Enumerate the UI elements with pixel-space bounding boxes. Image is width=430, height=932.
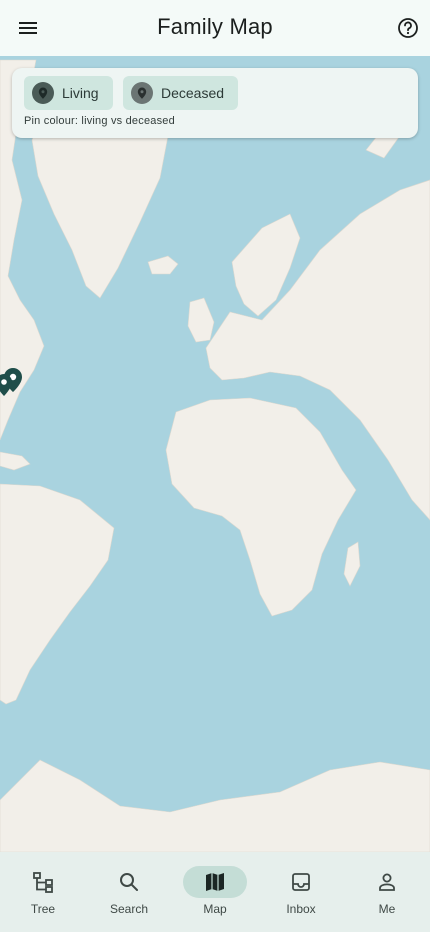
help-circle-icon[interactable] xyxy=(394,14,422,42)
legend-note: Pin colour: living vs deceased xyxy=(24,115,175,127)
nav-label-map: Map xyxy=(203,902,227,916)
nav-item-inbox[interactable]: Inbox xyxy=(258,852,344,932)
map-pin-icon xyxy=(32,82,54,104)
map-pin-icon xyxy=(131,82,153,104)
chip-deceased-label: Deceased xyxy=(161,85,225,101)
world-map[interactable] xyxy=(0,56,430,852)
bottom-nav: Tree Search Map Inbox Me xyxy=(0,852,430,932)
person-icon xyxy=(355,866,419,898)
chip-living-label: Living xyxy=(62,85,99,101)
legend-card: Living Deceased Pin colour: living vs de… xyxy=(12,68,418,138)
map-canvas xyxy=(0,56,430,852)
nav-label-search: Search xyxy=(109,902,149,916)
nav-item-search[interactable]: Search xyxy=(86,852,172,932)
page-title: Family Map xyxy=(157,14,273,39)
tree-icon xyxy=(11,866,75,898)
nav-item-map[interactable]: Map xyxy=(172,852,258,932)
app-bar: Family Map xyxy=(0,0,430,56)
nav-label-inbox: Inbox xyxy=(286,902,316,916)
search-icon xyxy=(97,866,161,898)
nav-label-me: Me xyxy=(378,902,396,916)
nav-item-tree[interactable]: Tree xyxy=(0,852,86,932)
chip-living[interactable]: Living xyxy=(24,76,113,110)
nav-label-tree: Tree xyxy=(30,902,56,916)
inbox-icon xyxy=(269,866,333,898)
nav-item-me[interactable]: Me xyxy=(344,852,430,932)
chip-deceased[interactable]: Deceased xyxy=(123,76,239,110)
map-icon xyxy=(183,866,247,898)
